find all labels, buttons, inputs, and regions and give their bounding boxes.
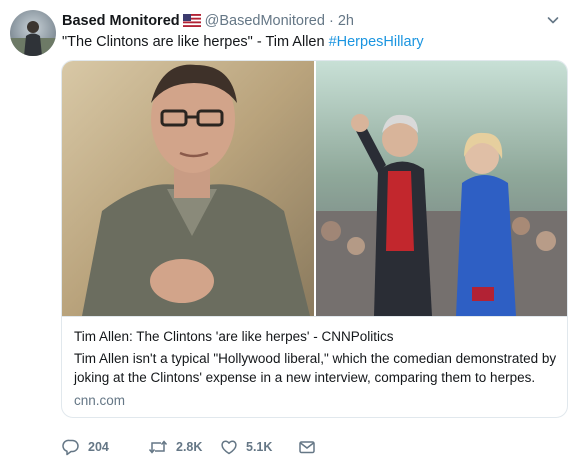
avatar[interactable] bbox=[10, 10, 56, 56]
card-image-right bbox=[316, 61, 567, 316]
card-description: Tim Allen isn't a typical "Hollywood lib… bbox=[74, 351, 557, 385]
separator: · bbox=[328, 13, 334, 29]
handle[interactable]: @BasedMonitored bbox=[205, 13, 325, 29]
message-icon bbox=[298, 438, 316, 456]
link-card[interactable]: Tim Allen: The Clintons 'are like herpes… bbox=[61, 60, 568, 418]
reply-count: 204 bbox=[88, 440, 109, 454]
retweet-count: 2.8K bbox=[176, 440, 203, 454]
card-image-left bbox=[62, 61, 314, 316]
timestamp[interactable]: 2h bbox=[338, 13, 354, 29]
like-icon bbox=[220, 438, 238, 456]
chevron-down-icon[interactable] bbox=[546, 13, 560, 33]
card-domain[interactable]: cnn.com bbox=[74, 391, 125, 410]
direct-message-button[interactable] bbox=[298, 438, 316, 456]
card-body: Tim Allen: The Clintons 'are like herpes… bbox=[62, 316, 567, 417]
retweet-icon bbox=[148, 438, 168, 456]
tweet-body: "The Clintons are like herpes" - Tim All… bbox=[62, 34, 329, 50]
card-title[interactable]: Tim Allen: The Clintons 'are like herpes… bbox=[74, 327, 394, 346]
like-button[interactable]: 5.1K bbox=[220, 438, 298, 456]
reply-button[interactable]: 204 bbox=[62, 438, 148, 456]
hashtag-link[interactable]: #HerpesHillary bbox=[329, 34, 424, 50]
tweet-text: "The Clintons are like herpes" - Tim All… bbox=[62, 32, 424, 52]
tweet-header: Based Monitored @BasedMonitored · 2h bbox=[62, 11, 560, 31]
flag-us-icon bbox=[182, 13, 201, 33]
retweet-button[interactable]: 2.8K bbox=[148, 438, 220, 456]
like-count: 5.1K bbox=[246, 440, 273, 454]
display-name[interactable]: Based Monitored bbox=[62, 13, 180, 29]
tweet-actions: 204 2.8K 5.1K bbox=[62, 436, 316, 458]
reply-icon bbox=[62, 438, 80, 456]
